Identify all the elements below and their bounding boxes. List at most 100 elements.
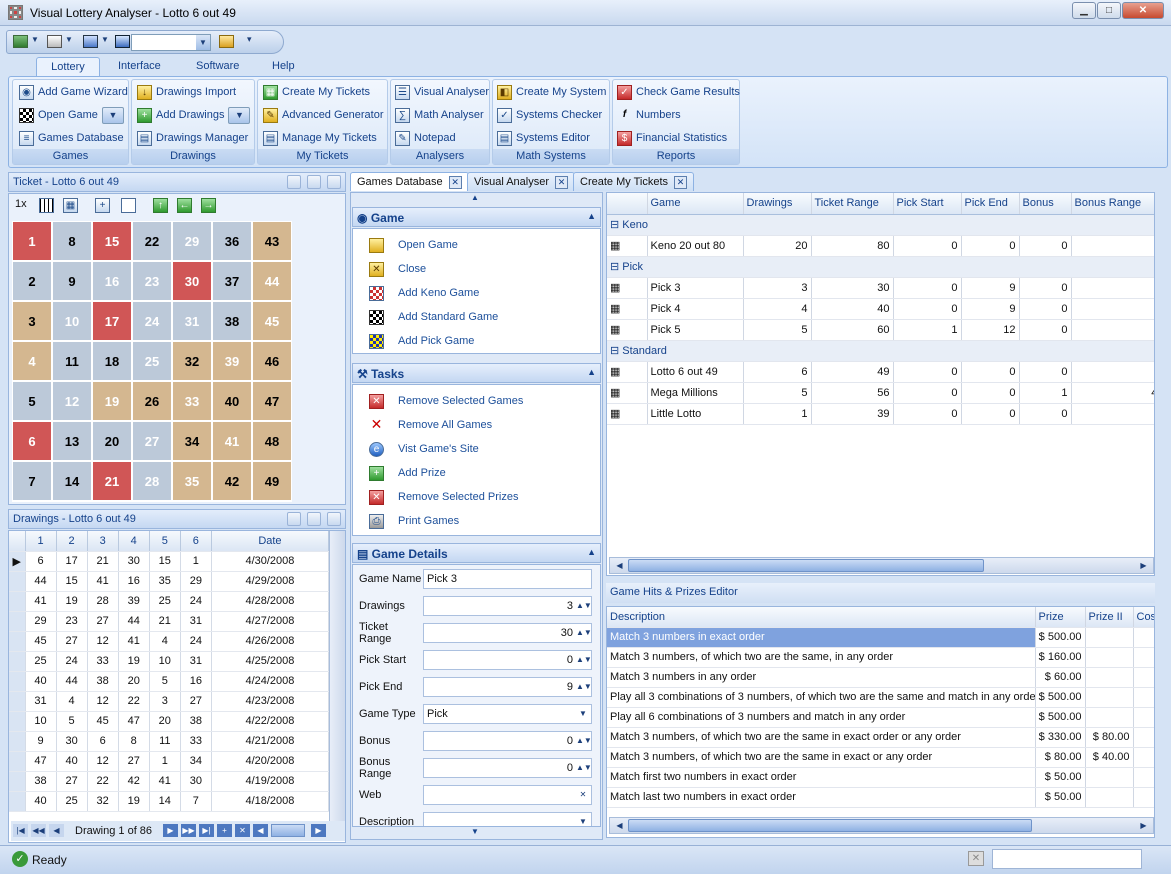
table-cell[interactable] <box>1085 627 1134 648</box>
row-indicator[interactable] <box>9 611 26 632</box>
table-cell[interactable]: $ 80.00 <box>1035 747 1086 768</box>
table-cell[interactable]: $ 50.00 <box>1035 787 1086 808</box>
ticket-number-18[interactable]: 18 <box>92 341 132 381</box>
math-analyser-button[interactable]: ∑ Math Analyser <box>395 105 484 125</box>
window-icon[interactable] <box>121 198 136 213</box>
close-icon[interactable]: ✕ <box>555 175 569 189</box>
field-input[interactable]: 0 ▲▼ <box>423 730 592 751</box>
ticket-number-32[interactable]: 32 <box>172 341 212 381</box>
table-row[interactable]: Match 3 numbers in any order$ 60.00 $ 1. <box>607 667 1154 688</box>
add-game-wizard-button[interactable]: ◉ Add Game Wizard <box>19 82 128 102</box>
table-cell[interactable]: $ 1. <box>1133 767 1154 788</box>
horizontal-scrollbar[interactable]: ◀ ▶ <box>609 557 1154 574</box>
ticket-number-44[interactable]: 44 <box>252 261 292 301</box>
table-row[interactable]: ▦Pick 33300900 <box>607 277 1154 299</box>
ticket-number-5[interactable]: 5 <box>12 381 52 421</box>
chevron-down-icon[interactable]: ▼ <box>65 35 73 44</box>
next-record-icon[interactable]: ▶ <box>163 824 178 837</box>
task-add-prize[interactable]: + Add Prize <box>353 461 600 485</box>
ticket-number-17[interactable]: 17 <box>92 301 132 341</box>
scroll-down-icon[interactable]: ▼ <box>471 827 479 836</box>
ticket-number-37[interactable]: 37 <box>212 261 252 301</box>
ticket-number-43[interactable]: 43 <box>252 221 292 261</box>
table-row[interactable]: ▦Pick 44400900 <box>607 298 1154 320</box>
ticket-number-4[interactable]: 4 <box>12 341 52 381</box>
ticket-number-19[interactable]: 19 <box>92 381 132 421</box>
table-cell[interactable]: Match 3 numbers in exact order <box>607 627 1036 648</box>
ticket-number-13[interactable]: 13 <box>52 421 92 461</box>
advanced-generator-button[interactable]: ✎ Advanced Generator <box>263 105 384 125</box>
column-header-ticket-range[interactable]: Ticket Range <box>811 193 894 215</box>
section-details-header[interactable]: ▤ Game Details ▲ <box>352 543 601 563</box>
ticket-number-21[interactable]: 21 <box>92 461 132 501</box>
table-row[interactable]: 29 23 27 44 21 31 4/27/2008 <box>9 611 330 632</box>
table-cell[interactable]: $ 1. <box>1133 647 1154 668</box>
table-cell[interactable]: Match 3 numbers, of which two are the sa… <box>607 727 1036 748</box>
ticket-number-33[interactable]: 33 <box>172 381 212 421</box>
ticket-number-6[interactable]: 6 <box>12 421 52 461</box>
table-cell[interactable]: $ 500.00 <box>1035 707 1086 728</box>
table-row[interactable]: ▶ 6 17 21 30 15 1 4/30/2008 <box>9 551 330 572</box>
table-cell[interactable]: Match 3 numbers in any order <box>607 667 1036 688</box>
table-cell[interactable]: $ 330.00 <box>1035 727 1086 748</box>
group-row[interactable]: ⊟ Pick <box>607 256 1154 278</box>
customize-icon[interactable]: ▾ <box>247 34 252 45</box>
table-row[interactable]: 45 27 12 41 4 24 4/26/2008 <box>9 631 330 652</box>
row-indicator[interactable] <box>9 631 26 652</box>
ticket-number-25[interactable]: 25 <box>132 341 172 381</box>
arrow-right-icon[interactable]: → <box>201 198 216 213</box>
chevron-down-icon[interactable]: ▼ <box>576 706 590 722</box>
table-row[interactable]: Match 3 numbers, of which two are the sa… <box>607 727 1154 748</box>
last-record-icon[interactable]: ▶| <box>199 824 214 837</box>
tab-help[interactable]: Help <box>262 57 305 76</box>
check-game-results-button[interactable]: ✓ Check Game Results <box>617 82 740 102</box>
row-indicator[interactable] <box>9 571 26 592</box>
create-my-system-button[interactable]: ◧ Create My System <box>497 82 606 102</box>
panel-close-icon[interactable] <box>327 512 341 526</box>
add-record-icon[interactable]: + <box>217 824 232 837</box>
table-cell[interactable]: Match first two numbers in exact order <box>607 767 1036 788</box>
row-indicator[interactable] <box>9 751 26 772</box>
column-header-pick-end[interactable]: Pick End <box>961 193 1020 215</box>
field-input[interactable]: 9 ▲▼ <box>423 676 592 697</box>
ticket-number-24[interactable]: 24 <box>132 301 172 341</box>
prev-record-icon[interactable]: ◀ <box>49 824 64 837</box>
table-cell[interactable] <box>1085 707 1134 728</box>
drawings-manager-button[interactable]: ▤ Drawings Manager <box>137 128 248 148</box>
ticket-number-7[interactable]: 7 <box>12 461 52 501</box>
ticket-number-16[interactable]: 16 <box>92 261 132 301</box>
ticket-number-14[interactable]: 14 <box>52 461 92 501</box>
notepad-button[interactable]: ✎ Notepad <box>395 128 456 148</box>
minimize-button[interactable]: ▁ <box>1072 2 1096 19</box>
field-input[interactable]: Pick ▼ <box>423 703 592 724</box>
collapse-icon[interactable]: ▲ <box>587 367 596 377</box>
chevron-down-icon[interactable]: ▼ <box>101 106 124 124</box>
row-indicator[interactable] <box>9 791 26 812</box>
close-window-button[interactable]: ✕ <box>1122 2 1164 19</box>
ticket-number-22[interactable]: 22 <box>132 221 172 261</box>
status-input[interactable] <box>992 849 1142 869</box>
first-record-icon[interactable]: |◀ <box>13 824 28 837</box>
task-close[interactable]: ✕ Close <box>353 257 600 281</box>
ticket-number-10[interactable]: 10 <box>52 301 92 341</box>
table-cell[interactable] <box>1085 667 1134 688</box>
ticket-number-34[interactable]: 34 <box>172 421 212 461</box>
table-row[interactable]: 41 19 28 39 25 24 4/28/2008 <box>9 591 330 612</box>
add-drawings-button[interactable]: + Add Drawings ▼ <box>137 105 251 125</box>
ticket-number-20[interactable]: 20 <box>92 421 132 461</box>
panel-minimize-icon[interactable] <box>287 175 301 189</box>
table-row[interactable]: Play all 6 combinations of 3 numbers and… <box>607 707 1154 728</box>
table-row[interactable]: 40 25 32 19 14 7 4/18/2008 <box>9 791 330 812</box>
task-add-pick-game[interactable]: Add Pick Game <box>353 329 600 353</box>
close-icon[interactable]: ✕ <box>448 175 462 189</box>
scroll-left-icon[interactable]: ◀ <box>253 824 268 837</box>
ticket-number-48[interactable]: 48 <box>252 421 292 461</box>
close-icon[interactable]: ✕ <box>674 175 688 189</box>
table-cell[interactable]: $ 500.00 <box>1035 687 1086 708</box>
row-indicator[interactable] <box>9 771 26 792</box>
table-row[interactable]: ▦Pick 556011200 <box>607 319 1154 341</box>
column-header-prize[interactable]: Prize <box>1035 607 1086 628</box>
column-header-6[interactable]: 6 <box>180 531 212 552</box>
delete-record-icon[interactable]: ✕ <box>235 824 250 837</box>
horizontal-scroll-thumb[interactable] <box>271 824 305 837</box>
